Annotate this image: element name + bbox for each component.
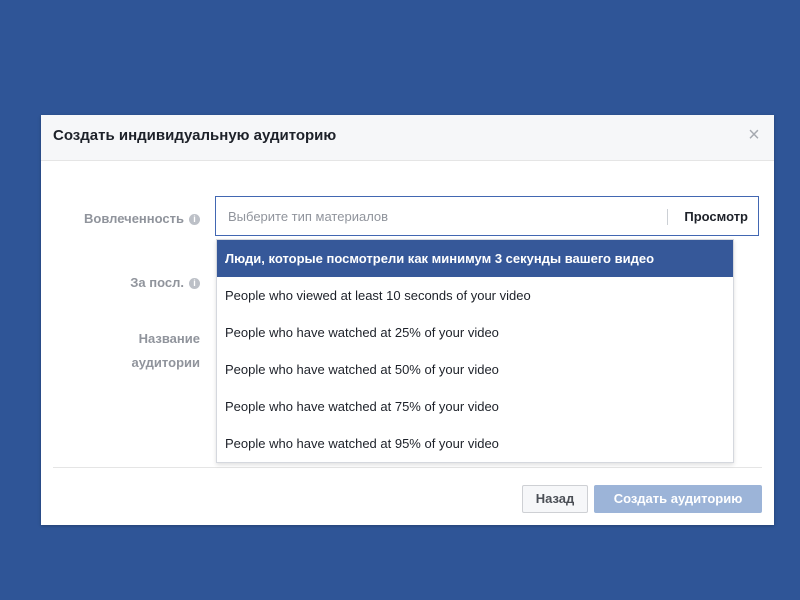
dropdown-option-3-seconds[interactable]: Люди, которые посмотрели как минимум 3 с… [217,240,733,277]
dropdown-option-50-percent[interactable]: People who have watched at 50% of your v… [217,351,733,388]
preview-button[interactable]: Просмотр [684,209,748,224]
back-button[interactable]: Назад [522,485,588,513]
dialog-header: Создать индивидуальную аудиторию × [41,115,774,161]
select-divider [667,209,668,225]
audience-name-label: Название аудитории [131,331,200,370]
dropdown-option-75-percent[interactable]: People who have watched at 75% of your v… [217,388,733,425]
dropdown-option-25-percent[interactable]: People who have watched at 25% of your v… [217,314,733,351]
dialog-title: Создать индивидуальную аудиторию [53,127,337,144]
info-icon[interactable]: i [189,278,200,289]
content-type-dropdown: Люди, которые посмотрели как минимум 3 с… [216,239,734,463]
create-audience-button[interactable]: Создать аудиторию [594,485,762,513]
engagement-label: Вовлеченность i [66,211,200,226]
content-type-select[interactable]: Выберите тип материалов Просмотр [215,196,759,236]
engagement-label-text: Вовлеченность [84,211,184,226]
period-label-text: За посл. [130,275,184,290]
period-label: За посл. i [66,275,200,290]
close-icon[interactable]: × [744,125,764,145]
dropdown-option-95-percent[interactable]: People who have watched at 95% of your v… [217,425,733,462]
dropdown-option-10-seconds[interactable]: People who viewed at least 10 seconds of… [217,277,733,314]
info-icon[interactable]: i [189,214,200,225]
content-type-placeholder: Выберите тип материалов [228,209,389,224]
footer-divider [53,467,762,468]
create-custom-audience-dialog: Создать индивидуальную аудиторию × Вовле… [41,115,774,525]
